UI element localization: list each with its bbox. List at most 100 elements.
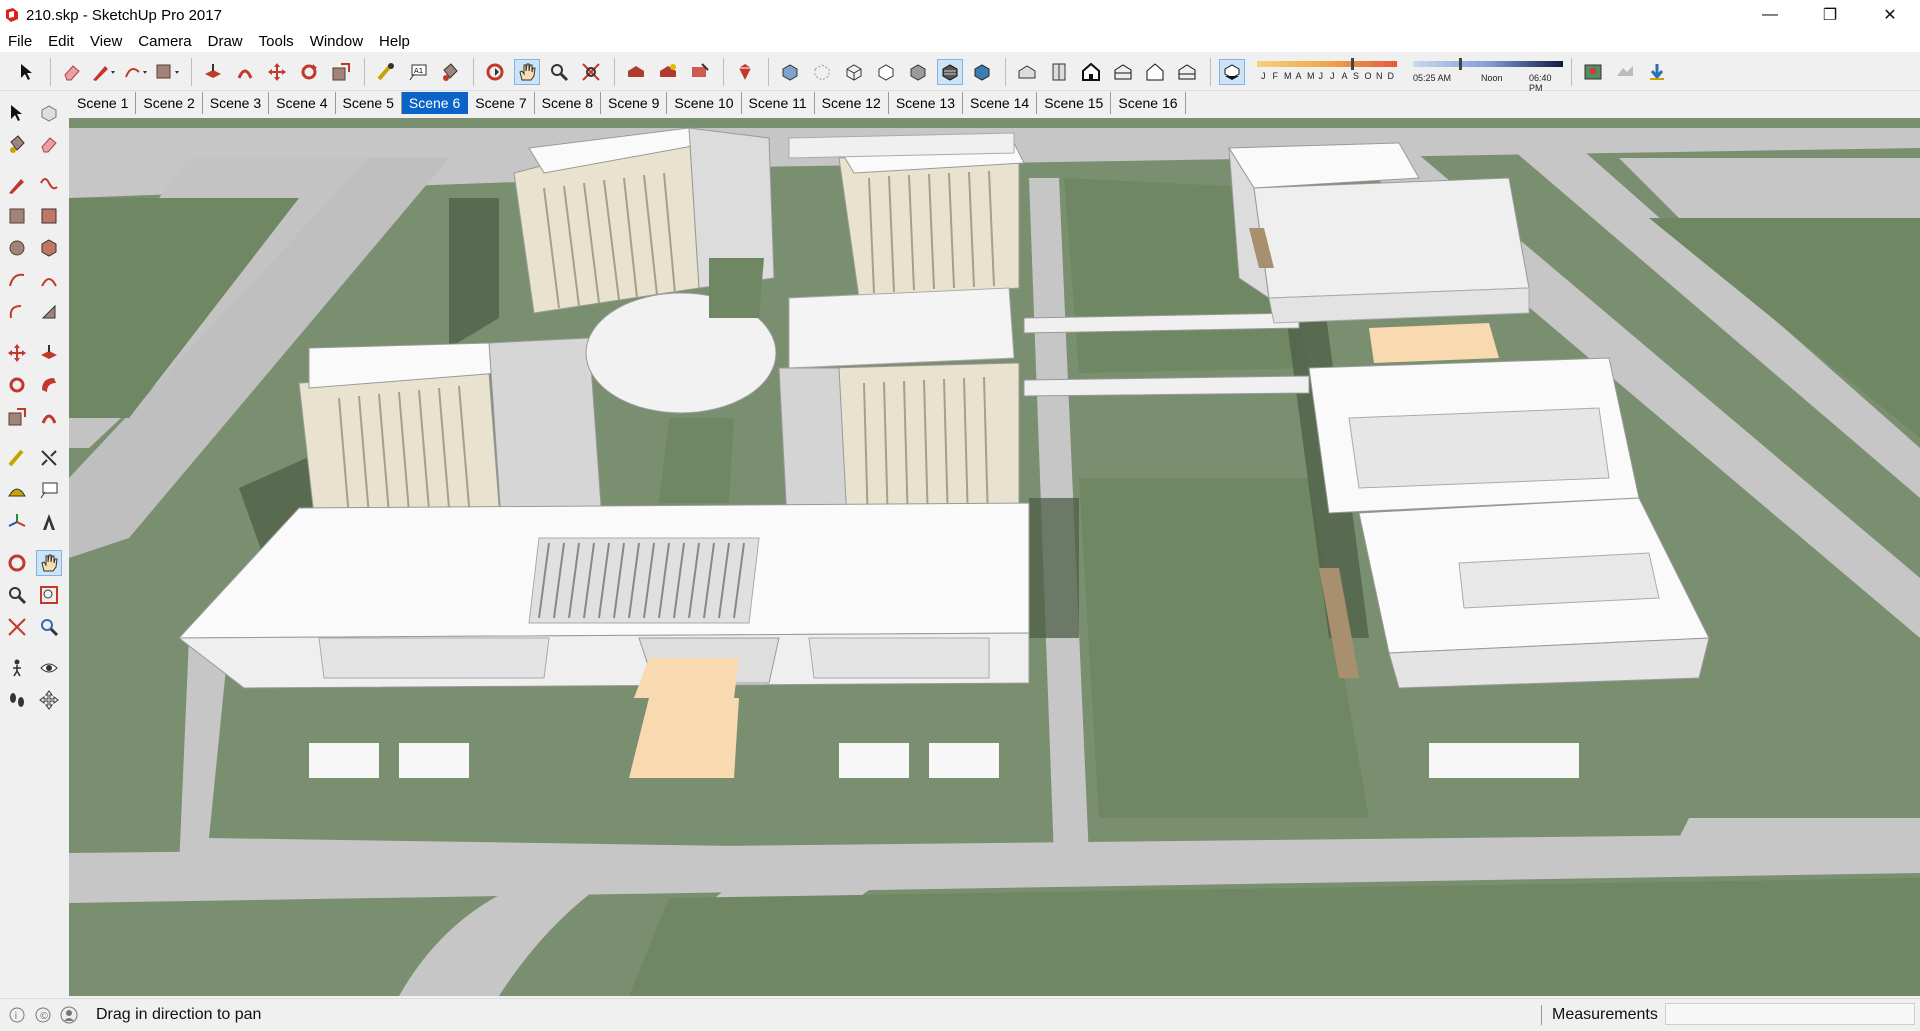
text-tool[interactable]: A1 — [405, 59, 431, 85]
tab-scene-12[interactable]: Scene 12 — [815, 92, 889, 114]
arc-tool[interactable] — [4, 267, 30, 293]
tab-scene-10[interactable]: Scene 10 — [667, 92, 742, 114]
paint-bucket-tool[interactable] — [4, 131, 30, 157]
back-view-button[interactable] — [1142, 59, 1168, 85]
tab-scene-4[interactable]: Scene 4 — [269, 92, 336, 114]
tab-scene-1[interactable]: Scene 1 — [70, 92, 137, 114]
left-view-button[interactable] — [1174, 59, 1200, 85]
import-model-button[interactable] — [1644, 59, 1670, 85]
tab-scene-2[interactable]: Scene 2 — [136, 92, 203, 114]
dimension-tool[interactable] — [36, 445, 62, 471]
make-component-tool[interactable] — [36, 100, 62, 126]
menu-camera[interactable]: Camera — [130, 33, 199, 50]
position-camera-tool[interactable] — [4, 655, 30, 681]
back-edges-style-button[interactable] — [809, 59, 835, 85]
menu-help[interactable]: Help — [371, 33, 418, 50]
menu-window[interactable]: Window — [302, 33, 371, 50]
add-location-button[interactable] — [1580, 59, 1606, 85]
xray-style-button[interactable] — [777, 59, 803, 85]
text-tool[interactable] — [36, 477, 62, 503]
time-slider-thumb[interactable] — [1459, 57, 1462, 70]
minimize-button[interactable]: — — [1740, 0, 1800, 30]
toggle-terrain-button[interactable] — [1612, 59, 1638, 85]
pan-tool[interactable] — [514, 58, 540, 85]
rotate-tool[interactable] — [4, 372, 30, 398]
zoom-window-tool[interactable] — [36, 582, 62, 608]
zoom-tool[interactable] — [4, 582, 30, 608]
share-component-button[interactable] — [655, 59, 681, 85]
menu-tools[interactable]: Tools — [251, 33, 302, 50]
top-view-button[interactable] — [1046, 59, 1072, 85]
menu-view[interactable]: View — [82, 33, 130, 50]
scale-tool[interactable] — [4, 404, 30, 430]
shaded-textures-style-button[interactable] — [937, 58, 963, 85]
axes-tool[interactable] — [4, 509, 30, 535]
protractor-tool[interactable] — [4, 477, 30, 503]
3d-text-tool[interactable] — [36, 509, 62, 535]
3d-warehouse-button[interactable] — [623, 59, 649, 85]
shadow-month-slider[interactable]: J F M A M J J A S O N D — [1255, 57, 1401, 87]
zoom-extents-tool[interactable] — [578, 59, 604, 85]
tab-scene-6[interactable]: Scene 6 — [401, 92, 469, 114]
tab-scene-11[interactable]: Scene 11 — [742, 92, 815, 114]
tab-scene-16[interactable]: Scene 16 — [1111, 92, 1186, 114]
credits-icon[interactable]: © — [34, 1006, 52, 1024]
tab-scene-3[interactable]: Scene 3 — [203, 92, 270, 114]
tab-scene-13[interactable]: Scene 13 — [889, 92, 964, 114]
push-pull-tool[interactable] — [200, 59, 226, 85]
offset-tool[interactable] — [232, 59, 258, 85]
shaded-style-button[interactable] — [905, 59, 931, 85]
rectangle-tool[interactable] — [4, 203, 30, 229]
geolocation-icon[interactable]: i — [8, 1006, 26, 1024]
wireframe-style-button[interactable] — [841, 59, 867, 85]
tab-scene-9[interactable]: Scene 9 — [601, 92, 668, 114]
monochrome-style-button[interactable] — [969, 59, 995, 85]
previous-view-tool[interactable] — [36, 614, 62, 640]
line-tool[interactable] — [4, 172, 30, 198]
shadows-toggle-button[interactable] — [1219, 58, 1245, 85]
offset-tool[interactable] — [36, 404, 62, 430]
iso-view-button[interactable] — [1014, 59, 1040, 85]
rotated-rectangle-tool[interactable] — [36, 203, 62, 229]
zoom-extents-tool[interactable] — [4, 614, 30, 640]
section-plane-tool[interactable] — [36, 687, 62, 713]
close-button[interactable]: ✕ — [1860, 0, 1920, 30]
menu-edit[interactable]: Edit — [40, 33, 82, 50]
tape-measure-tool[interactable] — [373, 59, 399, 85]
extension-warehouse-button[interactable] — [732, 59, 758, 85]
tab-scene-14[interactable]: Scene 14 — [963, 92, 1038, 114]
scale-tool[interactable] — [328, 59, 354, 85]
push-pull-tool[interactable] — [36, 340, 62, 366]
orbit-tool[interactable] — [482, 59, 508, 85]
zoom-tool[interactable] — [546, 59, 572, 85]
share-model-button[interactable] — [687, 59, 713, 85]
eraser-tool[interactable] — [59, 59, 85, 85]
look-around-tool[interactable] — [36, 655, 62, 681]
tab-scene-7[interactable]: Scene 7 — [468, 92, 535, 114]
move-tool[interactable] — [4, 340, 30, 366]
tab-scene-15[interactable]: Scene 15 — [1037, 92, 1112, 114]
user-account-icon[interactable] — [60, 1006, 78, 1024]
hidden-line-style-button[interactable] — [873, 59, 899, 85]
follow-me-tool[interactable] — [36, 372, 62, 398]
right-view-button[interactable] — [1110, 59, 1136, 85]
menu-file[interactable]: File — [0, 33, 40, 50]
month-slider-thumb[interactable] — [1351, 57, 1354, 70]
front-view-button[interactable] — [1078, 59, 1104, 85]
arc-tool[interactable] — [123, 59, 149, 85]
orbit-tool[interactable] — [4, 550, 30, 576]
walk-tool[interactable] — [4, 687, 30, 713]
pencil-tool[interactable] — [91, 59, 117, 85]
pan-tool[interactable] — [36, 550, 62, 576]
menu-draw[interactable]: Draw — [200, 33, 251, 50]
restore-button[interactable]: ❐ — [1800, 0, 1860, 30]
tab-scene-8[interactable]: Scene 8 — [535, 92, 601, 114]
measurements-input[interactable] — [1665, 1003, 1915, 1025]
paint-bucket-tool[interactable] — [437, 59, 463, 85]
freehand-tool[interactable] — [36, 172, 62, 198]
select-tool[interactable] — [14, 59, 40, 85]
tape-measure-tool[interactable] — [4, 445, 30, 471]
rotate-tool[interactable] — [296, 59, 322, 85]
pie-tool[interactable] — [36, 299, 62, 325]
shadow-time-slider[interactable]: 05:25 AM Noon 06:40 PM — [1411, 57, 1567, 93]
